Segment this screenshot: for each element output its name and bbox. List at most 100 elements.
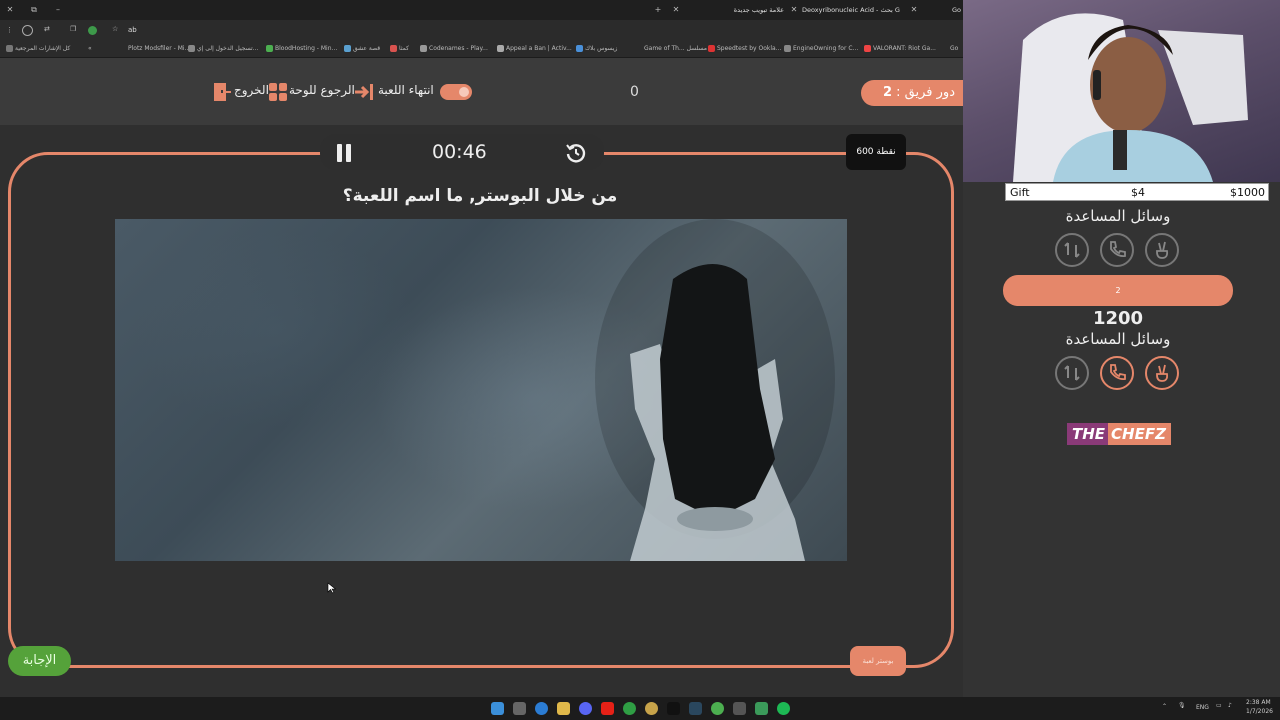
answer-button[interactable]: الإجابة bbox=[8, 646, 71, 676]
end-game-label: انتهاء اللعبة bbox=[378, 83, 434, 97]
windows-start-icon[interactable] bbox=[491, 702, 504, 715]
team1-switch-turn-tool[interactable] bbox=[1055, 233, 1089, 267]
team1-two-answers-tool[interactable] bbox=[1145, 233, 1179, 267]
clock-date[interactable]: 1/7/2026 bbox=[1246, 708, 1273, 715]
team2-switch-turn-tool[interactable] bbox=[1055, 356, 1089, 390]
menu-icon[interactable]: ⋮ bbox=[6, 26, 13, 34]
site-icon bbox=[266, 45, 273, 52]
grid-icon[interactable] bbox=[268, 82, 288, 102]
bookmark-item[interactable]: Codenames - Play... bbox=[420, 45, 488, 52]
current-score: 0 bbox=[630, 84, 639, 100]
discord-icon[interactable] bbox=[579, 702, 592, 715]
address-bar: ⋮ ⇄ ❐ ☆ ab bbox=[0, 20, 963, 42]
network-icon[interactable]: ▭ bbox=[1216, 702, 1222, 709]
bookmark-item[interactable]: قصة عشق bbox=[344, 45, 380, 52]
turn-number: 2 bbox=[882, 85, 893, 100]
switch-icon bbox=[1064, 242, 1080, 258]
poster-figure bbox=[595, 219, 835, 561]
site-icon bbox=[344, 45, 351, 52]
netflix-icon[interactable] bbox=[667, 702, 680, 715]
new-tab-icon[interactable]: + bbox=[652, 4, 664, 16]
bookmark-item[interactable]: Game of Th... مسلسل bbox=[644, 45, 707, 52]
bookmark-item[interactable]: BloodHosting - Min... bbox=[266, 45, 337, 52]
close-window-icon[interactable]: ✕ bbox=[4, 4, 16, 16]
phone-icon bbox=[1110, 364, 1126, 381]
task-view-icon[interactable] bbox=[513, 702, 526, 715]
close-tab-icon[interactable]: ✕ bbox=[788, 4, 800, 16]
spotify-icon[interactable] bbox=[777, 702, 790, 715]
tab-new-tab[interactable]: علامة تبويب جديدة bbox=[720, 0, 784, 20]
star-icon[interactable]: ☆ bbox=[112, 25, 118, 33]
app-icon[interactable] bbox=[645, 702, 658, 715]
enter-board-icon[interactable] bbox=[353, 82, 375, 102]
switch-icon bbox=[1064, 365, 1080, 381]
app-icon[interactable] bbox=[755, 702, 768, 715]
poster-button[interactable]: بوستر لعبة bbox=[850, 646, 906, 676]
sync-icon[interactable]: ⇄ bbox=[44, 25, 50, 33]
language-indicator[interactable]: ENG bbox=[1196, 704, 1209, 711]
team1-call-friend-tool[interactable] bbox=[1100, 233, 1134, 267]
bookmark-item[interactable]: Go bbox=[950, 45, 958, 52]
exit-button[interactable]: الخروج bbox=[234, 83, 269, 97]
team2-name-pill: 2 bbox=[1003, 275, 1233, 306]
profile-icon[interactable] bbox=[22, 25, 33, 36]
xbox-icon[interactable] bbox=[623, 702, 636, 715]
site-icon bbox=[576, 45, 583, 52]
site-icon bbox=[708, 45, 715, 52]
bookmark-item[interactable]: Plotz Modsfiler - Mi... bbox=[128, 45, 190, 52]
steam-icon[interactable] bbox=[689, 702, 702, 715]
streamer-figure bbox=[1013, 13, 1248, 182]
team2-two-answers-tool[interactable] bbox=[1145, 356, 1179, 390]
bookmark-item[interactable]: Appeal a Ban | Activ... bbox=[497, 45, 572, 52]
close-tab-icon[interactable]: ✕ bbox=[670, 4, 682, 16]
question-text: من خلال البوستر, ما اسم اللعبة؟ bbox=[342, 186, 618, 206]
minimize-window-icon[interactable]: – bbox=[52, 4, 64, 16]
browser-titlebar: ✕ ⧉ – + ✕ علامة تبويب جديدة ✕ Deoxyribon… bbox=[0, 0, 963, 20]
phone-icon bbox=[1110, 241, 1126, 258]
extensions-icon[interactable]: ❐ bbox=[70, 25, 76, 33]
clock-time[interactable]: 2:38 AM bbox=[1246, 699, 1271, 706]
site-icon bbox=[497, 45, 504, 52]
bookmark-all[interactable]: كل الإشارات المرجعية bbox=[6, 45, 70, 52]
bookmark-chevron-icon[interactable]: « bbox=[88, 45, 92, 52]
bookmark-item[interactable]: EngineOwning for C... bbox=[784, 45, 858, 52]
team1-help-label: وسائل المساعدة bbox=[1065, 207, 1171, 225]
back-to-board-button[interactable]: الرجوع للوحة bbox=[289, 83, 355, 97]
file-explorer-icon[interactable] bbox=[557, 702, 570, 715]
bookmark-item[interactable]: تسجيل الدخول إلى إي... bbox=[188, 45, 258, 52]
end-game-toggle[interactable] bbox=[440, 84, 472, 100]
exit-door-icon[interactable] bbox=[212, 82, 232, 102]
site-icon bbox=[864, 45, 871, 52]
url-input[interactable]: ab bbox=[128, 26, 137, 34]
webcam-overlay bbox=[963, 0, 1280, 182]
youtube-icon[interactable] bbox=[601, 702, 614, 715]
bookmark-item[interactable]: Speedtest by Ookla... bbox=[708, 45, 781, 52]
gift-amount: $4 bbox=[1131, 186, 1145, 199]
microphone-icon[interactable]: 🎙 bbox=[1178, 702, 1186, 709]
folder-icon[interactable] bbox=[733, 702, 746, 715]
mouse-cursor-icon bbox=[327, 582, 337, 594]
close-tab-icon[interactable]: ✕ bbox=[908, 4, 920, 16]
bookmark-item[interactable]: كمثا bbox=[390, 45, 409, 52]
folder-icon bbox=[6, 45, 13, 52]
volume-icon[interactable]: ♪ bbox=[1228, 702, 1232, 709]
tray-chevron-icon[interactable]: ⌃ bbox=[1162, 703, 1167, 710]
chrome-icon[interactable] bbox=[711, 702, 724, 715]
reset-timer-icon[interactable] bbox=[565, 142, 587, 164]
timer-display: 00:46 bbox=[432, 141, 487, 163]
game-header bbox=[0, 58, 963, 125]
bookmark-item[interactable]: زيسوس بلاك bbox=[576, 45, 617, 52]
tab-search[interactable]: Deoxyribonucleic Acid - بحث G bbox=[802, 0, 900, 20]
peace-hand-icon bbox=[1156, 364, 1169, 382]
tab-partial[interactable]: Go bbox=[952, 0, 963, 20]
site-icon bbox=[188, 45, 195, 52]
shield-icon[interactable] bbox=[88, 26, 97, 35]
pause-icon[interactable] bbox=[337, 144, 353, 162]
gift-label: Gift bbox=[1010, 186, 1030, 199]
team2-call-friend-tool[interactable] bbox=[1100, 356, 1134, 390]
bookmark-item[interactable]: VALORANT: Riot Ga... bbox=[864, 45, 936, 52]
the-chefz-logo: THE CHEFZ bbox=[1067, 423, 1171, 449]
site-icon bbox=[784, 45, 791, 52]
edge-icon[interactable] bbox=[535, 702, 548, 715]
restore-window-icon[interactable]: ⧉ bbox=[28, 4, 40, 16]
